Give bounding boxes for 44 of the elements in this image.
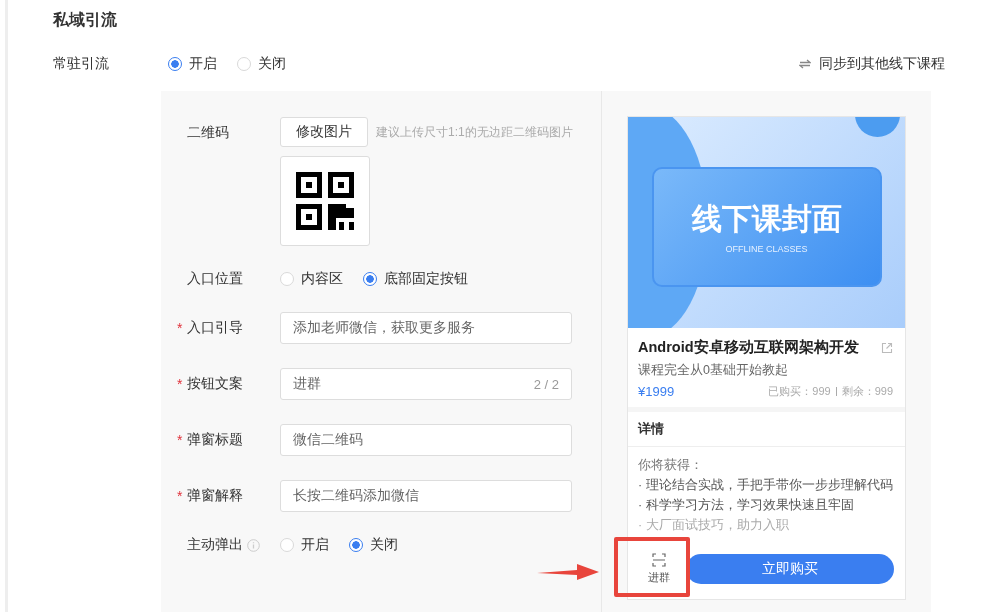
scan-icon bbox=[652, 553, 666, 567]
required-mark: * bbox=[177, 320, 183, 336]
change-image-button[interactable]: 修改图片 bbox=[280, 117, 368, 147]
join-group-button[interactable]: 进群 bbox=[640, 553, 678, 585]
field-label: 常驻引流 bbox=[52, 55, 110, 73]
radio-option[interactable]: 关闭 bbox=[237, 55, 286, 73]
text-input[interactable]: 微信二维码 bbox=[280, 424, 572, 456]
required-mark: * bbox=[177, 432, 183, 448]
field-label: * 入口引导 bbox=[179, 319, 244, 337]
course-title: Android安卓移动互联网架构开发 bbox=[638, 338, 859, 357]
course-subtitle: 课程完全从0基础开始教起 bbox=[638, 362, 789, 379]
required-mark: * bbox=[177, 376, 183, 392]
details-text: · 理论结合实战，手把手带你一步步理解代码 bbox=[638, 477, 894, 494]
share-icon[interactable] bbox=[881, 341, 893, 354]
field-label: 入口位置 bbox=[186, 270, 244, 288]
hint-text: 建议上传尺寸1:1的无边距二维码图片 bbox=[376, 123, 573, 141]
radio-option[interactable]: 开启 bbox=[280, 536, 329, 554]
field-label: * 弹窗标题 bbox=[179, 431, 244, 449]
remaining-count: 剩余：999 bbox=[841, 384, 893, 399]
qr-code-drawing bbox=[296, 172, 354, 230]
radio-option[interactable]: 内容区 bbox=[280, 270, 343, 288]
radio-option[interactable]: 底部固定按钮 bbox=[363, 270, 468, 288]
required-mark: * bbox=[177, 488, 183, 504]
info-icon bbox=[247, 538, 260, 552]
field-label: 二维码 bbox=[186, 123, 230, 142]
price: ¥1999 bbox=[638, 384, 675, 399]
field-label: * 按钮文案 bbox=[179, 375, 244, 393]
cover-subtitle: OFFLINE CLASSES bbox=[725, 244, 808, 254]
details-heading: 详情 bbox=[638, 421, 664, 436]
radio-option[interactable]: 开启 bbox=[168, 55, 217, 73]
details-text: · 科学学习方法，学习效果快速且牢固 bbox=[638, 497, 855, 514]
sync-link[interactable]: 同步到其他线下课程 bbox=[799, 55, 945, 73]
text-input[interactable]: 添加老师微信，获取更多服务 bbox=[280, 312, 572, 344]
details-text: · 大厂面试技巧，助力入职 bbox=[638, 517, 790, 534]
sold-count: 已购买：999 bbox=[768, 384, 831, 399]
text-input[interactable]: 长按二维码添加微信 bbox=[280, 480, 572, 512]
text-input[interactable]: 进群 2 / 2 bbox=[280, 368, 572, 400]
cover-title: 线下课封面 bbox=[691, 201, 842, 237]
radio-option[interactable]: 关闭 bbox=[349, 536, 398, 554]
field-label: 主动弹出 bbox=[179, 536, 280, 554]
details-text: 你将获得： bbox=[638, 457, 704, 474]
field-label: * 弹窗解释 bbox=[179, 487, 244, 505]
section-title: 私域引流 bbox=[52, 10, 118, 30]
swap-icon bbox=[799, 59, 811, 69]
